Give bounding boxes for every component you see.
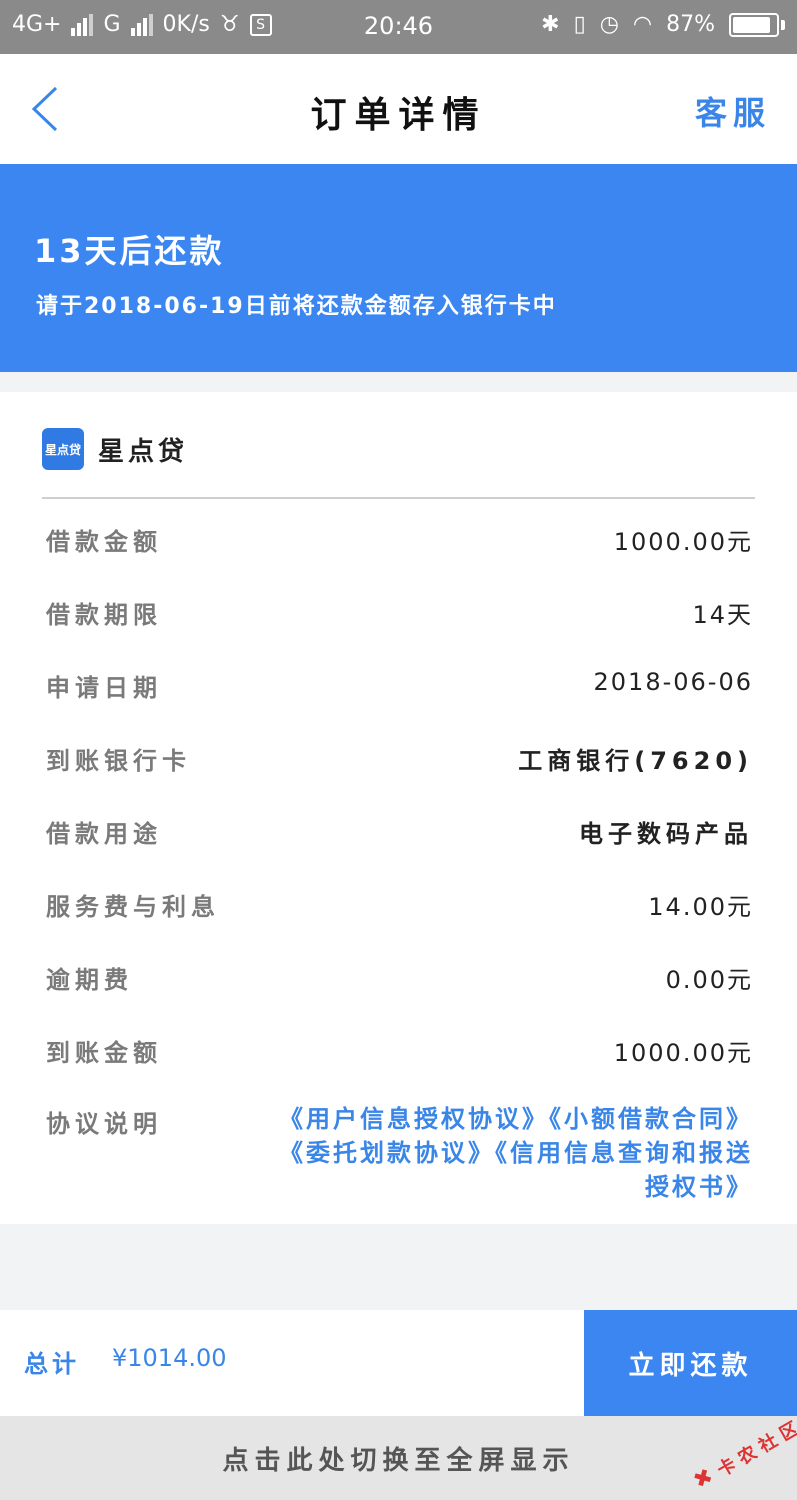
detail-list: 借款金额 1000.00元 借款期限 14天 申请日期 2018-06-06 到… [46,510,753,1094]
detail-label: 借款用途 [46,820,162,848]
detail-row-loan-purpose: 借款用途 电子数码产品 [46,802,753,875]
detail-row-bank-card: 到账银行卡 工商银行(7620) [46,729,753,802]
merchant-logo: 星点贷 [42,428,84,470]
detail-row-loan-amount: 借款金额 1000.00元 [46,510,753,583]
watermark: ✖ 卡农社区 [681,1409,797,1500]
status-right: ✱ ▯ ◷ ◠ 87% [541,12,785,37]
total-label: 总计 [24,1350,80,1378]
detail-value: 0.00元 [665,966,753,994]
protocol-link-credit-info[interactable]: 《信用信息查询和报送授权书》 [495,1139,753,1201]
detail-value: 1000.00元 [613,528,753,556]
total-amount: ¥1014.00 [112,1344,227,1372]
customer-service-button[interactable]: 客服 [695,88,771,134]
detail-value: 1000.00元 [613,1039,753,1067]
detail-value: 14.00元 [648,893,753,921]
merchant-header: 星点贷 星点贷 [42,428,188,470]
detail-value: 电子数码产品 [579,820,753,848]
nav-bar: 订单详情 客服 [0,54,797,164]
detail-row-received-amount: 到账金额 1000.00元 [46,1021,753,1094]
detail-row-loan-term: 借款期限 14天 [46,583,753,656]
detail-label: 申请日期 [46,674,162,702]
detail-row-service-fee: 服务费与利息 14.00元 [46,875,753,948]
protocol-link-user-auth[interactable]: 《用户信息授权协议》 [279,1105,549,1133]
detail-label: 借款期限 [46,601,162,629]
alarm-icon: ◷ [599,12,619,37]
detail-row-apply-date: 申请日期 2018-06-06 [46,656,753,729]
detail-value: 工商银行(7620) [518,747,753,775]
divider [42,497,755,499]
wifi-icon: ◠ [632,12,653,37]
battery-percent: 87% [666,12,715,37]
repayment-banner: 13天后还款 请于2018-06-19日前将还款金额存入银行卡中 [0,164,797,372]
bottom-bar: 总计 ¥1014.00 立即还款 [0,1310,797,1416]
protocol-links: 《用户信息授权协议》《小额借款合同》《委托划款协议》《信用信息查询和报送授权书》 [263,1102,753,1204]
order-detail-card: 星点贷 星点贷 借款金额 1000.00元 借款期限 14天 申请日期 2018… [0,392,797,1224]
fullscreen-toggle[interactable]: 点击此处切换至全屏显示 ✖ 卡农社区 [0,1415,797,1500]
merchant-name: 星点贷 [98,436,189,467]
detail-label: 服务费与利息 [46,893,220,921]
detail-row-overdue-fee: 逾期费 0.00元 [46,948,753,1021]
watermark-text: 卡农社区 [713,1415,797,1482]
battery-icon [729,12,785,37]
detail-value: 14天 [692,601,753,629]
bluetooth-icon: ✱ [541,12,560,37]
page-title: 订单详情 [310,95,487,136]
fullscreen-hint: 点击此处切换至全屏显示 [222,1445,575,1476]
protocol-label: 协议说明 [46,1110,162,1138]
detail-value: 2018-06-06 [593,668,753,696]
detail-label: 到账金额 [46,1039,162,1067]
vibrate-icon: ▯ [573,12,586,37]
repayment-hint: 请于2018-06-19日前将还款金额存入银行卡中 [36,294,557,319]
status-bar: 4G+ G 0K/s ♉ S 20:46 ✱ ▯ ◷ ◠ 87% [0,0,797,54]
detail-label: 逾期费 [46,966,133,994]
days-until-repayment: 13天后还款 [34,232,225,270]
repay-now-button[interactable]: 立即还款 [584,1310,797,1416]
protocol-link-loan-contract[interactable]: 《小额借款合同》 [549,1105,753,1133]
detail-label: 借款金额 [46,528,162,556]
detail-label: 到账银行卡 [46,747,191,775]
protocol-link-debit-auth[interactable]: 《委托划款协议》 [279,1139,495,1167]
